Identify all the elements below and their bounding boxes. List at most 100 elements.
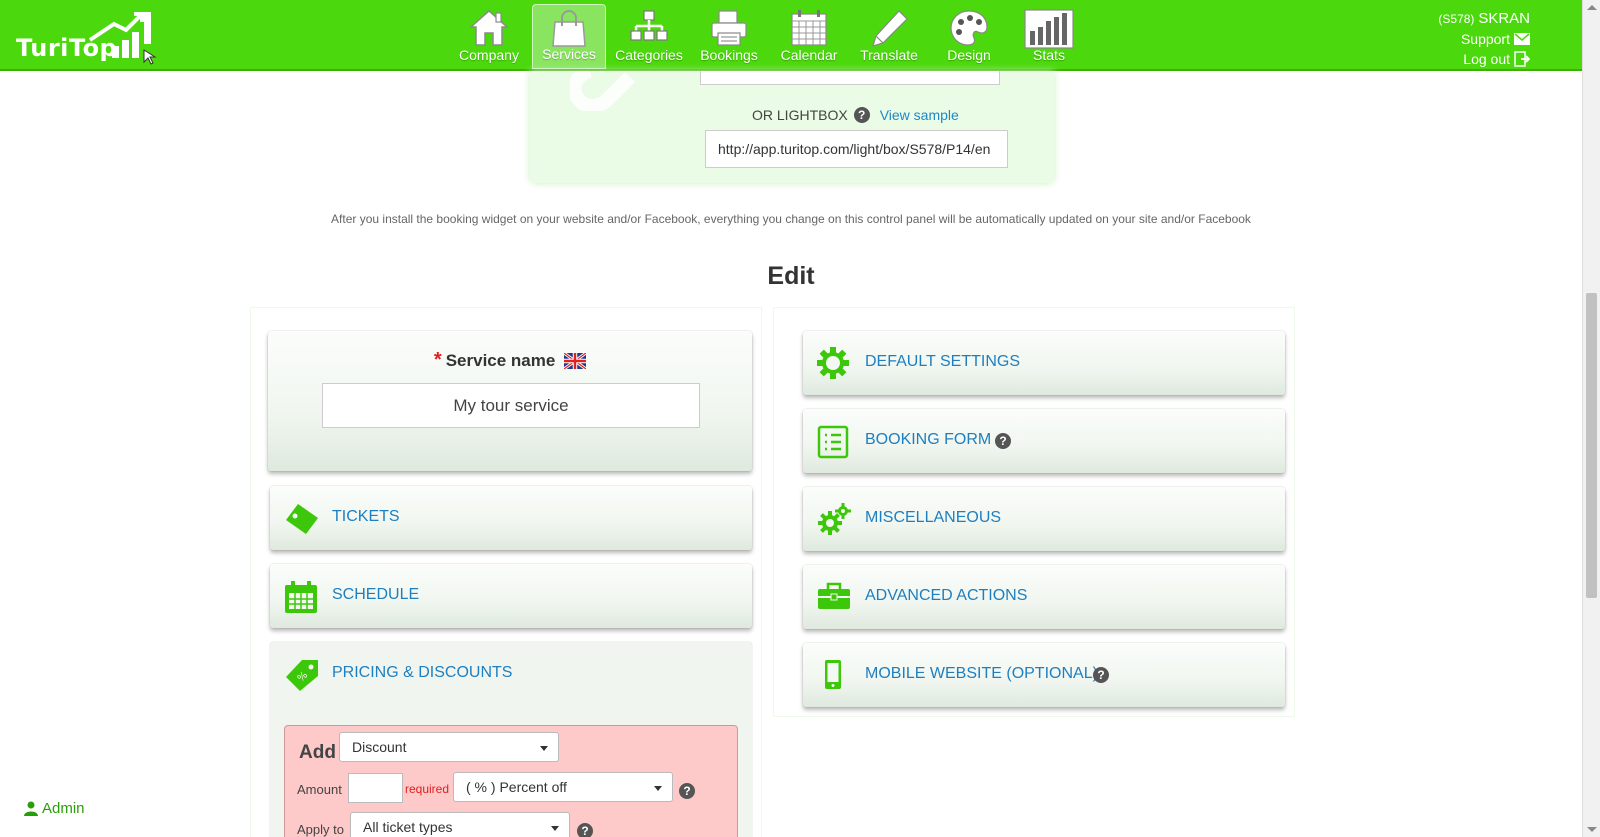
advanced-actions-label: ADVANCED ACTIONS — [865, 587, 1028, 604]
info-text: After you install the booking widget on … — [331, 212, 1251, 226]
nav-categories[interactable]: Categories — [612, 4, 686, 69]
list-icon — [817, 425, 849, 459]
amount-label: Amount — [297, 782, 342, 797]
mobile-website-label: MOBILE WEBSITE (OPTIONAL) — [865, 665, 1098, 682]
bar-chart-icon — [1024, 9, 1074, 49]
nav-company[interactable]: Company — [452, 4, 526, 69]
advanced-actions-section[interactable]: ADVANCED ACTIONS — [803, 565, 1285, 629]
nav-calendar[interactable]: Calendar — [772, 4, 846, 69]
schedule-section[interactable]: SCHEDULE — [270, 564, 752, 628]
add-discount-form: Add Discount Amount required ( % ) Perce… — [284, 725, 738, 837]
nav-translate[interactable]: Translate — [852, 4, 926, 69]
shopping-bag-icon — [552, 10, 586, 47]
nav-stats[interactable]: Stats — [1012, 4, 1086, 69]
lightbox-label: OR LIGHTBOX — [752, 107, 848, 123]
main-nav: Company Services Categories Bookings Cal… — [452, 4, 1092, 71]
account-identity: (S578) SKRAN — [1438, 8, 1530, 29]
page-title: Edit — [767, 262, 815, 290]
service-name-input[interactable] — [322, 383, 700, 428]
mobile-website-section[interactable]: MOBILE WEBSITE (OPTIONAL) ? — [803, 643, 1285, 707]
add-label: Add — [299, 742, 336, 763]
envelope-icon — [1514, 33, 1530, 45]
scrollbar-thumb[interactable] — [1586, 293, 1597, 598]
support-link[interactable]: Support — [1438, 29, 1530, 49]
logo-chart-icon — [88, 12, 157, 65]
nav-calendar-label: Calendar — [780, 47, 838, 63]
required-marker: * — [433, 349, 442, 371]
nav-design[interactable]: Design — [932, 4, 1006, 69]
nav-design-label: Design — [947, 47, 991, 63]
page-scrollbar[interactable] — [1582, 0, 1600, 837]
amount-input[interactable] — [348, 773, 403, 803]
pricing-label: PRICING & DISCOUNTS — [332, 664, 513, 681]
price-tag-icon: % — [286, 660, 318, 691]
view-sample-link[interactable]: View sample — [880, 107, 959, 123]
logout-link[interactable]: Log out — [1438, 49, 1530, 69]
help-icon[interactable]: ? — [679, 783, 695, 799]
embed-code-field[interactable] — [700, 71, 1000, 85]
support-label: Support — [1460, 31, 1510, 47]
chevron-down-icon — [540, 746, 548, 751]
tickets-label: TICKETS — [332, 508, 400, 525]
schedule-label: SCHEDULE — [332, 586, 420, 603]
logout-icon — [1514, 51, 1530, 67]
discount-unit-value: ( % ) Percent off — [466, 779, 567, 795]
pen-icon — [872, 10, 908, 47]
scroll-down-icon[interactable] — [1587, 827, 1597, 832]
lightbox-row: OR LIGHTBOX ? View sample — [752, 107, 959, 123]
nav-categories-label: Categories — [615, 47, 683, 63]
nav-bookings[interactable]: Bookings — [692, 4, 766, 69]
ticket-icon — [286, 504, 318, 534]
help-icon[interactable]: ? — [995, 433, 1011, 449]
service-name-label: Service name — [445, 351, 556, 370]
nav-company-label: Company — [459, 47, 519, 63]
palette-icon — [950, 10, 988, 46]
nav-services[interactable]: Services — [532, 4, 606, 69]
help-icon[interactable]: ? — [1093, 667, 1109, 683]
scroll-up-icon[interactable] — [1587, 5, 1597, 10]
default-settings-section[interactable]: DEFAULT SETTINGS — [803, 331, 1285, 395]
service-name-panel: * Service name — [268, 331, 752, 471]
admin-link[interactable]: Admin — [24, 800, 85, 817]
default-settings-label: DEFAULT SETTINGS — [865, 353, 1020, 370]
widget-embed-panel: OR LIGHTBOX ? View sample — [530, 71, 1054, 183]
calendar-icon — [791, 10, 827, 46]
help-icon[interactable]: ? — [853, 107, 870, 123]
house-icon — [469, 9, 509, 46]
sitemap-icon — [630, 10, 668, 41]
logout-label: Log out — [1463, 51, 1510, 67]
nav-services-label: Services — [542, 46, 596, 62]
help-icon[interactable]: ? — [577, 823, 593, 837]
admin-label: Admin — [42, 800, 85, 817]
apply-to-label: Apply to — [297, 822, 344, 837]
gear-icon — [817, 347, 849, 379]
booking-form-label: BOOKING FORM — [865, 431, 992, 448]
user-icon — [24, 801, 38, 816]
turitop-logo[interactable]: TuriTop — [14, 10, 164, 66]
miscellaneous-label: MISCELLANEOUS — [865, 509, 1002, 526]
discount-type-value: Discount — [352, 739, 407, 755]
account-code: (S578) — [1438, 12, 1475, 26]
chevron-down-icon — [551, 826, 559, 831]
link-icon — [570, 71, 635, 111]
required-text: required — [405, 782, 450, 796]
apply-to-value: All ticket types — [363, 819, 453, 835]
top-navbar: TuriTop Company Services Categories Book… — [0, 0, 1582, 71]
toolbox-icon — [818, 582, 850, 609]
account-menu: (S578) SKRAN Support Log out — [1438, 8, 1530, 69]
nav-bookings-label: Bookings — [700, 47, 758, 63]
tickets-section[interactable]: TICKETS — [270, 486, 752, 550]
discount-type-select[interactable]: Discount — [339, 732, 559, 762]
chevron-down-icon — [654, 786, 662, 791]
apply-to-select[interactable]: All ticket types — [350, 812, 570, 837]
discount-unit-select[interactable]: ( % ) Percent off — [453, 772, 673, 802]
service-name-heading: * Service name — [268, 349, 752, 372]
nav-stats-label: Stats — [1033, 47, 1065, 63]
account-name: SKRAN — [1478, 10, 1530, 27]
calendar-icon — [285, 581, 317, 613]
lightbox-url-field[interactable] — [705, 130, 1008, 168]
booking-form-section[interactable]: BOOKING FORM ? — [803, 409, 1285, 473]
uk-flag-icon[interactable] — [564, 353, 587, 369]
miscellaneous-section[interactable]: MISCELLANEOUS — [803, 487, 1285, 551]
mobile-icon — [825, 660, 841, 689]
